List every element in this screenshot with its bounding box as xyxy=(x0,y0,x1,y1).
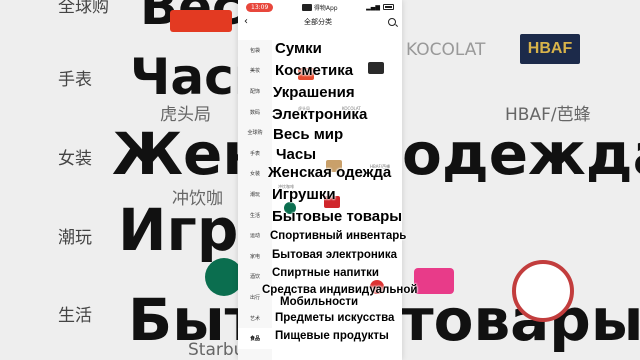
caption: Женская одежда xyxy=(268,164,392,181)
caption: Мобильности xyxy=(280,296,359,308)
caption: Предметы искусства xyxy=(275,312,395,324)
battery-icon xyxy=(383,4,394,10)
app-icon xyxy=(301,3,312,11)
bg-word: одежда xyxy=(402,120,640,188)
bg-brand: 冲饮咖 xyxy=(172,189,223,209)
nav-bar: ‹ 全部分类 xyxy=(238,14,402,30)
search-icon[interactable] xyxy=(388,18,396,26)
menu-item[interactable]: 配饰 xyxy=(238,81,272,102)
menu-item[interactable]: 艺术 xyxy=(238,308,272,329)
caption: Электроника xyxy=(272,106,368,123)
status-icons: ▂▄▆ xyxy=(366,4,394,11)
caption: Игрушки xyxy=(272,186,336,203)
caption: Весь мир xyxy=(273,126,344,143)
caption: Средства индивидуальной xyxy=(262,284,418,296)
brand-logo xyxy=(170,10,232,32)
app-indicator: 得物App xyxy=(301,3,338,12)
page-title: 全部分类 xyxy=(304,18,332,26)
caption: Бытовая электроника xyxy=(272,249,398,261)
bg-brand: Starbu xyxy=(188,340,245,360)
caption: Часы xyxy=(276,146,317,163)
bg-brand: KOCOLAT xyxy=(406,40,486,60)
caption: Спиртные напитки xyxy=(272,267,379,279)
menu-item[interactable]: 美妆 xyxy=(238,61,272,82)
menu-item[interactable]: 数码 xyxy=(238,102,272,123)
bg-category: 潮玩 xyxy=(58,228,92,248)
menu-item[interactable]: 生活 xyxy=(238,205,272,226)
status-bar: 13:09 得物App ▂▄▆ xyxy=(238,0,402,14)
caption: Украшения xyxy=(273,84,355,101)
category-menu: 包袋 美妆 配饰 数码 全球购 手表 女装 潮玩 生活 运动 家电 酒饮 出行 … xyxy=(238,40,272,360)
bg-category: 女装 xyxy=(58,149,92,169)
bg-brand: HBAF/芭蜂 xyxy=(505,105,591,125)
menu-item-active[interactable]: 食品 xyxy=(238,328,272,349)
menu-item[interactable]: 包袋 xyxy=(238,40,272,61)
brand-logo[interactable] xyxy=(368,62,384,74)
menu-item[interactable]: 手表 xyxy=(238,143,272,164)
back-icon[interactable]: ‹ xyxy=(244,17,248,27)
bg-brand: 虎头局 xyxy=(160,105,211,125)
caption: Пищевые продукты xyxy=(275,330,389,342)
caption: Косметика xyxy=(275,62,354,79)
status-time: 13:09 xyxy=(246,2,274,12)
caption: Сумки xyxy=(275,40,322,57)
menu-item[interactable]: 家电 xyxy=(238,246,272,267)
menu-item[interactable]: 女装 xyxy=(238,164,272,185)
menu-item[interactable]: 潮玩 xyxy=(238,184,272,205)
bg-category: 手表 xyxy=(58,70,92,90)
caption: Спортивный инвентарь xyxy=(270,230,407,242)
caption: Бытовые товары xyxy=(272,208,403,225)
signal-icon: ▂▄▆ xyxy=(366,3,380,11)
menu-item[interactable]: 全球购 xyxy=(238,122,272,143)
app-label: 得物App xyxy=(313,4,338,12)
a2-logo xyxy=(512,260,574,322)
bg-category: 生活 xyxy=(58,306,92,326)
hbaf-logo: HBAF xyxy=(520,34,580,64)
bee-logo xyxy=(414,268,454,294)
menu-item[interactable]: 运动 xyxy=(238,225,272,246)
bg-category: 全球购 xyxy=(58,0,109,17)
